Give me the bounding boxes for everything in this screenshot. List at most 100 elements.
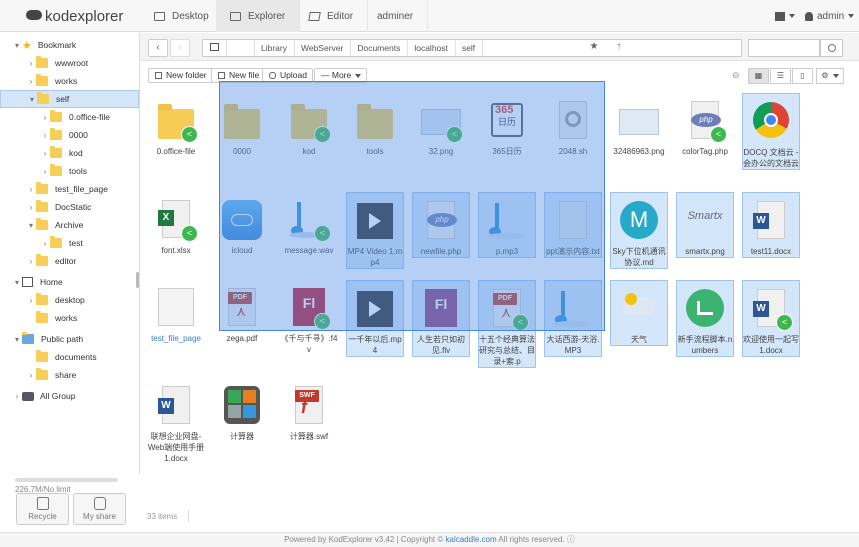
markdown-icon: M xyxy=(617,199,661,243)
tree-toggle-icon[interactable]: ▾ xyxy=(26,221,36,230)
top-bar: kodexplorer Desktop Explorer Editor admi… xyxy=(0,0,859,32)
file-name: 欢迎使用一起写1.docx xyxy=(743,335,799,355)
nav-explorer[interactable]: Explorer xyxy=(216,0,301,32)
word-icon: W xyxy=(154,384,198,428)
file-item[interactable]: SWF f 计算器.swf xyxy=(280,378,338,442)
search-button[interactable] xyxy=(820,39,843,57)
tree-item-documents[interactable]: documents xyxy=(0,348,139,366)
footer-link[interactable]: kalcaddle.com xyxy=(446,535,497,544)
share-icon xyxy=(93,497,106,510)
user-icon xyxy=(805,11,813,21)
tree-item-kod[interactable]: › kod xyxy=(0,144,139,162)
tree-toggle-icon[interactable]: › xyxy=(40,113,50,122)
file-item[interactable]: W < 欢迎使用一起写1.docx xyxy=(742,280,800,357)
forward-button[interactable]: › xyxy=(170,39,190,57)
tree-item-test-file-page[interactable]: › test_file_page xyxy=(0,180,139,198)
breadcrumb-home[interactable] xyxy=(203,40,227,56)
file-item[interactable]: 新手流程脚本.numbers xyxy=(676,280,734,357)
tree-toggle-icon[interactable]: › xyxy=(26,185,36,194)
tree-item-0000[interactable]: › 0000 xyxy=(0,126,139,144)
file-item[interactable]: 计算器 xyxy=(213,378,271,442)
tree-item-test[interactable]: › test xyxy=(0,234,139,252)
tree-item-share[interactable]: › share xyxy=(0,366,139,384)
new-folder-button[interactable]: New folder xyxy=(148,68,213,83)
tree-item-0-office-file[interactable]: › 0.office-file xyxy=(0,108,139,126)
file-name: 32486963.png xyxy=(613,147,665,156)
tree-toggle-icon[interactable]: › xyxy=(26,59,36,68)
tree-item-bookmark[interactable]: ▾ ★ Bookmark xyxy=(0,36,139,54)
tree-item-editor[interactable]: › editor xyxy=(0,252,139,270)
tree-toggle-icon[interactable]: › xyxy=(26,296,36,305)
split-view-button[interactable]: ▯ xyxy=(792,68,813,84)
tree-item-home[interactable]: ▾ Home xyxy=(0,273,139,291)
bookmark-star-button[interactable]: ★ xyxy=(584,39,604,57)
tree-toggle-icon[interactable]: › xyxy=(12,392,22,401)
grid-view-button[interactable]: ▦ xyxy=(748,68,769,84)
file-item[interactable]: php < colorTag.php xyxy=(676,93,734,157)
nav-desktop[interactable]: Desktop xyxy=(140,0,224,32)
tree-toggle-icon[interactable]: ▾ xyxy=(12,41,22,50)
tree-item-desktop[interactable]: › desktop xyxy=(0,291,139,309)
breadcrumb-localhost[interactable]: localhost xyxy=(408,40,456,56)
file-name: 0.office-file xyxy=(156,147,196,156)
tree-toggle-icon[interactable]: › xyxy=(26,203,36,212)
tree-item-tools[interactable]: › tools xyxy=(0,162,139,180)
user-menu[interactable]: admin xyxy=(805,0,855,32)
tree-toggle-icon[interactable]: › xyxy=(40,131,50,140)
nav-adminer[interactable]: adminer xyxy=(363,0,429,32)
tree-item-all-group[interactable]: › All Group xyxy=(0,387,139,405)
file-item[interactable]: test_file_page xyxy=(147,280,205,344)
logo[interactable]: kodexplorer xyxy=(26,8,123,25)
weather-icon xyxy=(617,287,661,331)
folder-icon xyxy=(36,182,48,194)
tree-item-docstatic[interactable]: › DocStatic xyxy=(0,198,139,216)
nav-editor[interactable]: Editor xyxy=(295,0,369,32)
tree-toggle-icon[interactable]: › xyxy=(26,371,36,380)
up-button[interactable]: ↑ xyxy=(609,39,629,57)
file-name: 计算器.swf xyxy=(289,432,329,441)
file-item[interactable]: 天气 xyxy=(610,280,668,346)
tree-toggle-icon[interactable]: › xyxy=(40,149,50,158)
tree-item-wwwroot[interactable]: › wwwroot xyxy=(0,54,139,72)
tree-item-self[interactable]: ▾ self xyxy=(0,90,139,108)
breadcrumb-self[interactable]: self xyxy=(456,40,484,56)
tree-item-archive[interactable]: ▾ Archive xyxy=(0,216,139,234)
back-button[interactable]: ‹ xyxy=(148,39,168,57)
file-item[interactable]: 32486963.png xyxy=(610,93,668,157)
tree-toggle-icon[interactable]: ▾ xyxy=(27,95,37,104)
file-name: Sky下位机通讯协议.md xyxy=(612,247,666,267)
file-item[interactable]: <0.office-file xyxy=(147,93,205,157)
explorer-icon xyxy=(230,11,241,21)
tree-item-works[interactable]: works xyxy=(0,309,139,327)
recycle-button[interactable]: Recycle xyxy=(16,493,69,525)
tree-toggle-icon[interactable]: ▾ xyxy=(12,278,22,287)
edit-icon xyxy=(308,11,321,21)
file-item[interactable]: Smartx smartx.png xyxy=(676,192,734,258)
zoom-icon[interactable]: ⊖ xyxy=(732,70,740,81)
file-item[interactable]: DOCQ 文档云 - 会办公的文档云 xyxy=(742,93,800,170)
tree-item-works[interactable]: › works xyxy=(0,72,139,90)
file-name: DOCQ 文档云 - 会办公的文档云 xyxy=(743,148,799,168)
public-icon xyxy=(22,332,34,344)
tree-item-public-path[interactable]: ▾ Public path xyxy=(0,330,139,348)
tree-toggle-icon[interactable]: › xyxy=(40,167,50,176)
file-item[interactable]: Wtest11.docx xyxy=(742,192,800,258)
my-share-button[interactable]: My share xyxy=(73,493,126,525)
breadcrumb-webserver[interactable]: WebServer xyxy=(295,40,352,56)
tree-toggle-icon[interactable]: ▾ xyxy=(12,335,22,344)
breadcrumb-documents[interactable]: Documents xyxy=(351,40,409,56)
list-view-button[interactable]: ☰ xyxy=(770,68,791,84)
home-icon xyxy=(22,277,33,287)
theme-button[interactable]: ⚙ xyxy=(816,68,844,84)
search-input[interactable] xyxy=(748,39,820,57)
tree-toggle-icon[interactable]: › xyxy=(40,239,50,248)
breadcrumb-library[interactable]: Library xyxy=(255,40,295,56)
tree-toggle-icon[interactable]: › xyxy=(26,257,36,266)
tree-toggle-icon[interactable]: › xyxy=(26,77,36,86)
file-item[interactable]: M Sky下位机通讯协议.md xyxy=(610,192,668,269)
tree-scrollbar[interactable] xyxy=(136,272,139,288)
folder-icon xyxy=(36,74,48,86)
flag-menu[interactable] xyxy=(775,0,795,32)
file-item[interactable]: W 联想企业网盘-Web端使用手册1.docx xyxy=(147,378,205,464)
file-item[interactable]: X < font.xlsx xyxy=(147,192,205,256)
